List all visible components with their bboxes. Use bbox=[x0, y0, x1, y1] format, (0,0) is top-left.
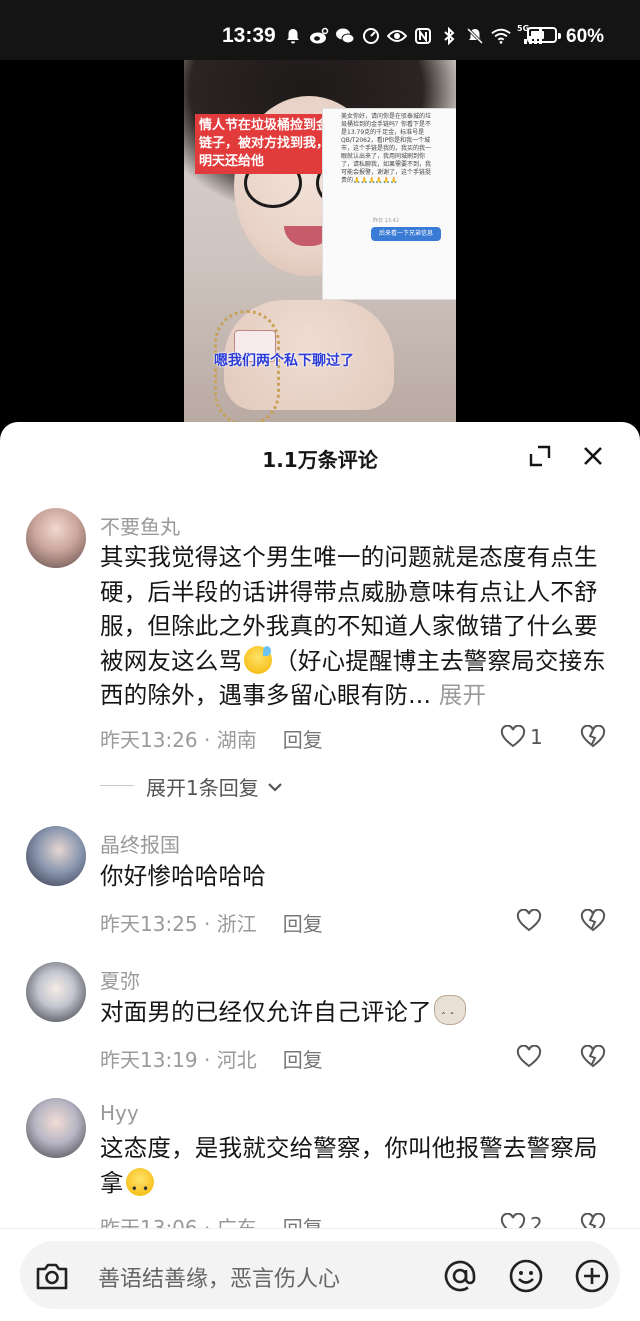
comment-text[interactable]: 对面男的已经仅允许自己评论了 bbox=[100, 995, 620, 1036]
comment-time: 昨天13:06 bbox=[100, 1216, 198, 1228]
sweat-smile-emoji bbox=[244, 645, 273, 674]
broken-heart-icon bbox=[580, 1213, 606, 1228]
battery-fill bbox=[531, 31, 544, 39]
heart-icon bbox=[516, 1045, 542, 1068]
data-saver-icon bbox=[361, 26, 381, 46]
comments-header: 1.1万条评论 bbox=[0, 422, 640, 488]
mute-icon bbox=[465, 26, 485, 46]
add-button[interactable] bbox=[574, 1258, 610, 1294]
fullscreen-button[interactable] bbox=[524, 440, 556, 472]
cat-emoji bbox=[433, 995, 466, 1036]
comment-input-bar: 善语结善缘，恶言伤人心 bbox=[0, 1228, 640, 1321]
chat-screenshot: 美女你好，请问你是在驳泰城的垃圾桶捡到的金手链吗？你看下是不是13.79克的千足… bbox=[322, 108, 456, 300]
comments-sheet: 1.1万条评论 不要鱼丸 其实我觉得这个男生唯一的问题就是态度有点生硬，后半段的… bbox=[0, 422, 640, 1320]
replies-divider bbox=[100, 785, 134, 786]
comment-meta: 昨天13:06 · 广东 回复 bbox=[100, 1212, 323, 1228]
video-caption: 情人节在垃圾桶捡到金链子，被对方找到我，明天还给他 bbox=[195, 114, 337, 174]
comment-text-part: 你好惨哈哈哈哈 bbox=[100, 862, 266, 890]
dislike-button[interactable] bbox=[580, 906, 610, 936]
avatar[interactable] bbox=[26, 1098, 86, 1158]
like-button[interactable] bbox=[516, 906, 576, 936]
comment-list[interactable]: 不要鱼丸 其实我觉得这个男生唯一的问题就是态度有点生硬，后半段的话讲得带点威胁意… bbox=[0, 488, 640, 1228]
close-button[interactable] bbox=[577, 440, 609, 472]
close-icon bbox=[584, 447, 602, 465]
comment-time: 昨天13:26 bbox=[100, 728, 198, 752]
video-subtitle: 嗯我们两个私下聊过了 bbox=[214, 353, 354, 369]
battery-tip bbox=[558, 33, 561, 39]
comment-location: 河北 bbox=[216, 1048, 257, 1072]
mention-button[interactable] bbox=[442, 1258, 478, 1294]
comment-text-part: 这态度，是我就交给警察，你叫他报警去警察局拿 bbox=[100, 1134, 598, 1197]
dislike-button[interactable] bbox=[580, 722, 610, 752]
comment-time: 昨天13:25 bbox=[100, 912, 198, 936]
plus-circle-icon bbox=[575, 1259, 609, 1293]
dislike-button[interactable] bbox=[580, 1210, 610, 1228]
flushed-emoji bbox=[125, 1167, 154, 1206]
broken-heart-icon bbox=[580, 1045, 606, 1068]
like-count: 2 bbox=[530, 1213, 543, 1228]
comment-text-part: 对面男的已经仅允许自己评论了 bbox=[100, 998, 432, 1026]
expand-icon bbox=[529, 445, 551, 467]
like-button[interactable] bbox=[516, 1042, 576, 1072]
dislike-button[interactable] bbox=[580, 1042, 610, 1072]
wechat-icon bbox=[335, 26, 355, 46]
broken-heart-icon bbox=[580, 909, 606, 932]
avatar[interactable] bbox=[26, 508, 86, 568]
at-icon bbox=[444, 1260, 476, 1292]
notification-icon bbox=[283, 26, 303, 46]
comment-meta: 昨天13:26 · 湖南 回复 bbox=[100, 728, 323, 752]
like-count: 1 bbox=[530, 725, 543, 749]
expand-text-button[interactable]: 展开 bbox=[439, 681, 486, 709]
battery-percent: 60% bbox=[566, 26, 605, 47]
wifi-icon bbox=[491, 26, 511, 46]
like-button[interactable]: 1 bbox=[500, 722, 560, 752]
battery-icon bbox=[527, 27, 561, 43]
like-button[interactable]: 2 bbox=[500, 1210, 560, 1228]
more-replies-label: 展开1条回复 bbox=[146, 776, 259, 800]
heart-icon bbox=[516, 909, 542, 932]
video-player[interactable]: 情人节在垃圾桶捡到金链子，被对方找到我，明天还给他 美女你好，请问你是在驳泰城的… bbox=[0, 60, 640, 422]
status-time: 13:39 bbox=[222, 24, 276, 47]
chat-time: 昨日 13:42 bbox=[373, 218, 399, 224]
reply-button[interactable]: 回复 bbox=[283, 912, 323, 936]
emoji-button[interactable] bbox=[508, 1258, 544, 1294]
comment-input[interactable]: 善语结善缘，恶言伤人心 bbox=[20, 1241, 620, 1309]
reply-button[interactable]: 回复 bbox=[283, 1216, 323, 1228]
comment-username[interactable]: 晶终报国 bbox=[100, 829, 180, 858]
reply-button[interactable]: 回复 bbox=[283, 1048, 323, 1072]
nfc-icon bbox=[413, 26, 433, 46]
comment-username[interactable]: Hyy bbox=[100, 1101, 139, 1125]
chat-text: 美女你好，请问你是在驳泰城的垃圾桶捡到的金手链吗？你看下是不是13.79克的千足… bbox=[341, 113, 432, 184]
comment-time: 昨天13:19 bbox=[100, 1048, 198, 1072]
heart-icon bbox=[500, 1213, 526, 1228]
comment-meta: 昨天13:25 · 浙江 回复 bbox=[100, 912, 323, 936]
comment-text[interactable]: 你好惨哈哈哈哈 bbox=[100, 859, 620, 894]
bluetooth-icon bbox=[439, 26, 459, 46]
comment-meta: 昨天13:19 · 河北 回复 bbox=[100, 1048, 323, 1072]
broken-heart-icon bbox=[580, 725, 606, 748]
comment-username[interactable]: 夏弥 bbox=[100, 965, 140, 994]
heart-icon bbox=[500, 725, 526, 748]
comment-location: 广东 bbox=[216, 1216, 257, 1228]
status-icons: 5G bbox=[283, 22, 543, 50]
comment-text[interactable]: 其实我觉得这个男生唯一的问题就是态度有点生硬，后半段的话讲得带点威胁意味有点让人… bbox=[100, 540, 620, 713]
chat-button: 后来看一下兄弟信息 bbox=[371, 227, 441, 241]
comment-text[interactable]: 这态度，是我就交给警察，你叫他报警去警察局拿 bbox=[100, 1131, 620, 1206]
video-frame[interactable]: 情人节在垃圾桶捡到金链子，被对方找到我，明天还给他 美女你好，请问你是在驳泰城的… bbox=[184, 60, 456, 422]
camera-button[interactable] bbox=[34, 1258, 70, 1294]
status-bar: 13:39 5G 60% bbox=[0, 0, 640, 60]
eye-icon bbox=[387, 26, 407, 46]
comment-location: 浙江 bbox=[216, 912, 257, 936]
comment-location: 湖南 bbox=[216, 728, 257, 752]
avatar[interactable] bbox=[26, 826, 86, 886]
chevron-down-icon bbox=[267, 782, 282, 792]
reply-button[interactable]: 回复 bbox=[283, 728, 323, 752]
avatar[interactable] bbox=[26, 962, 86, 1022]
expand-replies-button[interactable]: 展开1条回复 bbox=[100, 772, 283, 801]
comment-username[interactable]: 不要鱼丸 bbox=[100, 511, 180, 540]
weibo-icon bbox=[309, 26, 329, 46]
input-placeholder: 善语结善缘，恶言伤人心 bbox=[98, 1267, 341, 1292]
smiley-icon bbox=[509, 1259, 543, 1293]
camera-icon bbox=[36, 1263, 68, 1290]
